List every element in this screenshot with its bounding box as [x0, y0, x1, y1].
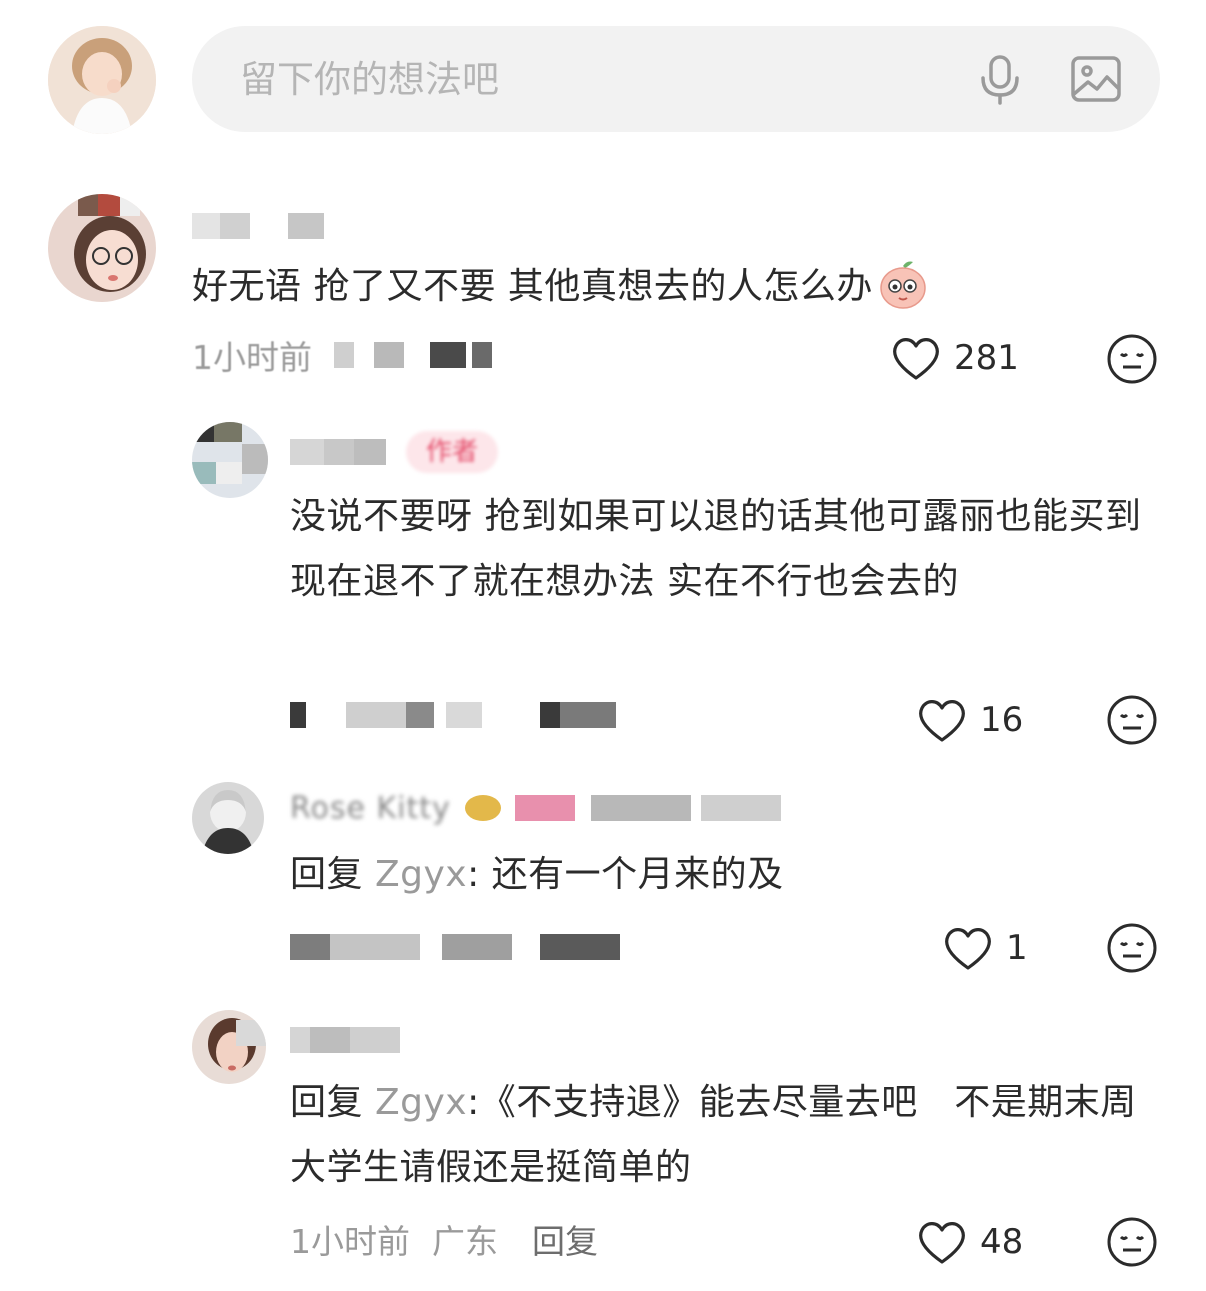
reply-body: : 还有一个月来的及 [467, 854, 784, 895]
commenter-name: Rose Kitty [290, 790, 451, 826]
meh-face-icon[interactable] [1106, 694, 1158, 746]
comment-meta: 1小时前 广东 回复 [290, 1214, 598, 1264]
heart-icon [919, 700, 965, 742]
username-mosaic [192, 213, 332, 239]
reply-button[interactable]: 回复 [532, 1215, 598, 1263]
commenter-avatar[interactable] [192, 1010, 266, 1084]
like-button[interactable]: 281 [890, 330, 1019, 386]
comment-input-bar[interactable] [192, 26, 1160, 132]
username-mosaic[interactable] [290, 439, 386, 465]
comment-meta: 1小时前 [192, 330, 494, 380]
like-count: 16 [980, 700, 1024, 740]
reply-target-name[interactable]: Zgyx [375, 1082, 467, 1123]
heart-icon [893, 338, 939, 380]
author-avatar[interactable] [192, 422, 268, 498]
peach-face-emoji-icon [877, 258, 929, 310]
reply-prefix: 回复 [290, 854, 375, 895]
comment-composer [0, 0, 1206, 160]
comment-time: 1小时前 [192, 338, 312, 377]
reply-prefix: 回复 [290, 1082, 375, 1123]
like-count: 1 [1006, 928, 1028, 968]
meta-mosaic [290, 702, 620, 728]
reply-target-name[interactable]: Zgyx [375, 854, 467, 895]
like-button[interactable]: 48 [916, 1214, 1023, 1270]
like-count: 48 [980, 1222, 1024, 1262]
author-badge: 作者 [406, 431, 499, 473]
heart-icon [945, 928, 991, 970]
author-name-row: 作者 [290, 431, 499, 473]
commenter-avatar[interactable] [48, 194, 156, 302]
comment-reply-item: 回复 Zgyx:《不支持退》能去尽量去吧 不是期末周 大学生请假还是挺简单的 1… [0, 1006, 1206, 1286]
comment-location: 广东 [432, 1222, 498, 1261]
like-button[interactable]: 16 [916, 692, 1023, 748]
comment-item: 好无语 抢了又不要 其他真想去的人怎么办 1小时前 281 [0, 190, 1206, 400]
username-mosaic [290, 1027, 420, 1053]
microphone-icon[interactable] [972, 51, 1028, 107]
location-mosaic [334, 342, 494, 368]
my-avatar[interactable] [48, 26, 156, 134]
comment-meta-blurred [290, 922, 620, 972]
comment-input[interactable] [240, 26, 940, 132]
badges-mosaic [464, 795, 795, 821]
commenter-name-blurred[interactable] [192, 206, 332, 246]
like-count: 281 [954, 338, 1019, 378]
meh-face-icon[interactable] [1106, 1216, 1158, 1268]
meh-face-icon[interactable] [1106, 922, 1158, 974]
meta-mosaic [290, 934, 620, 960]
commenter-avatar[interactable] [192, 782, 264, 854]
like-button[interactable]: 1 [942, 920, 1028, 976]
comment-reply-item: 作者 没说不要呀 抢到如果可以退的话其他可露丽也能买到现在退不了就在想办法 实在… [0, 420, 1206, 750]
meh-face-icon[interactable] [1106, 333, 1158, 385]
commenter-name-row[interactable]: Rose Kitty [290, 788, 795, 828]
image-icon[interactable] [1068, 51, 1124, 107]
comment-text: 没说不要呀 抢到如果可以退的话其他可露丽也能买到现在退不了就在想办法 实在不行也… [290, 496, 1142, 602]
comment-text: 好无语 抢了又不要 其他真想去的人怎么办 [192, 254, 1112, 319]
comment-text: 回复 Zgyx: 还有一个月来的及 [290, 842, 1150, 907]
comment-text: 回复 Zgyx:《不支持退》能去尽量去吧 不是期末周 大学生请假还是挺简单的 [290, 1070, 1150, 1200]
comment-time: 1小时前 [290, 1222, 410, 1261]
commenter-name-blurred[interactable] [290, 1020, 420, 1060]
heart-icon [919, 1222, 965, 1264]
comment-reply-item: Rose Kitty 回复 Zgyx: 还有一个月来的及 1 [0, 778, 1206, 988]
comment-meta-blurred [290, 690, 620, 740]
